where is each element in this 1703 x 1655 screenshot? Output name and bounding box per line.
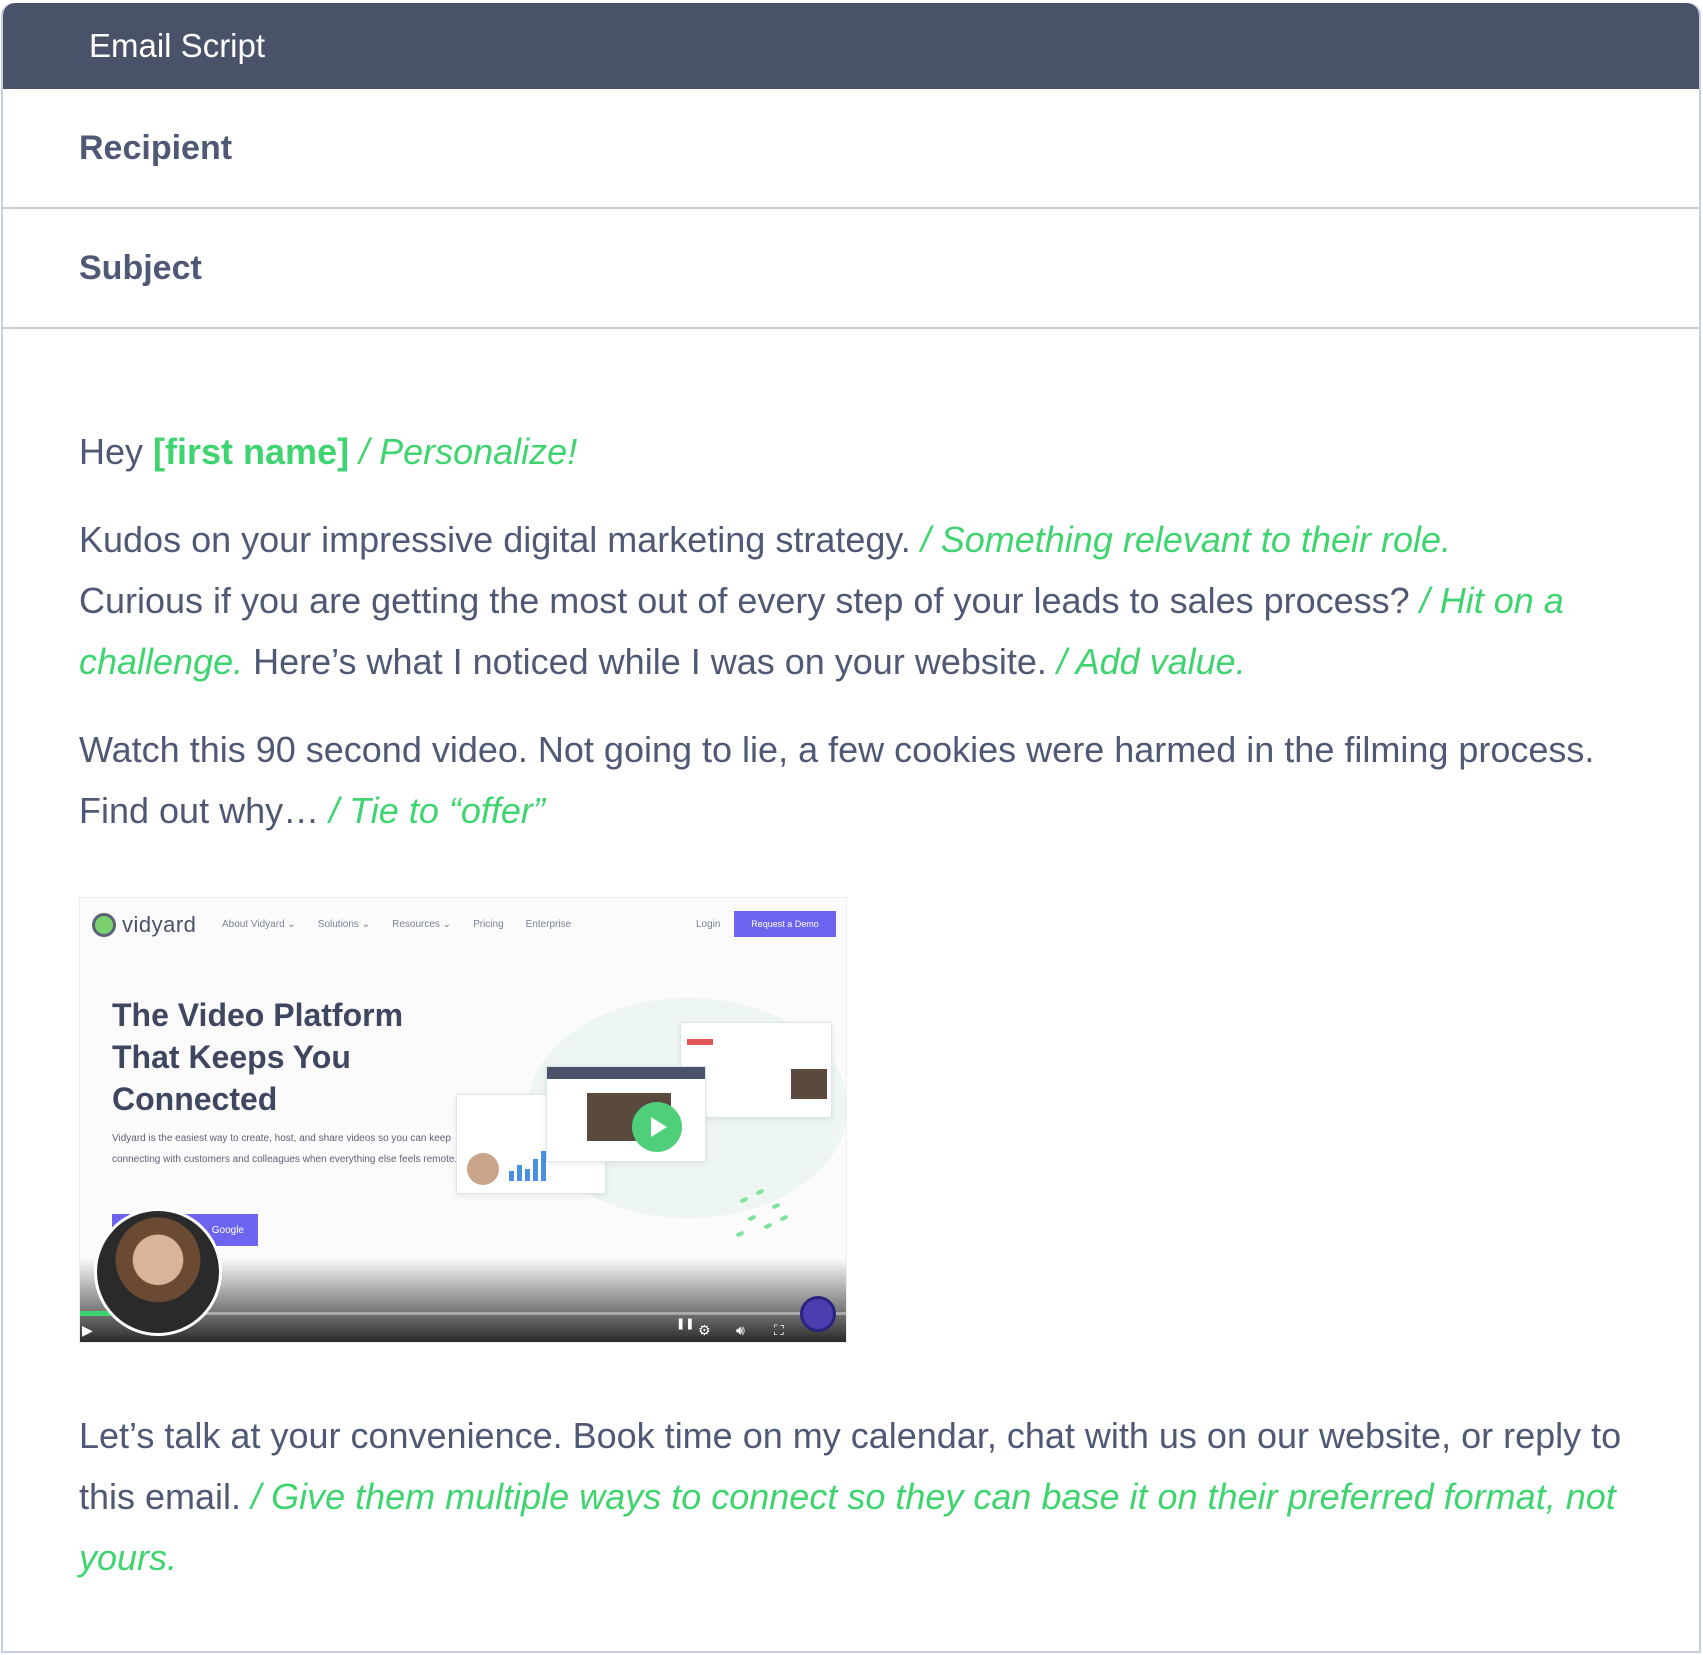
chart-bar xyxy=(509,1171,514,1181)
video-intro-text: Watch this 90 second video. Not going to… xyxy=(79,729,1595,831)
decor-dot xyxy=(779,1214,789,1222)
vidyard-logo-icon xyxy=(92,913,116,937)
site-subtext: Vidyard is the easiest way to create, ho… xyxy=(112,1133,458,1165)
subject-label: Subject xyxy=(79,248,202,287)
site-login-link: Login xyxy=(696,919,721,930)
chart-bar xyxy=(517,1165,522,1181)
greeting-text: Hey xyxy=(79,431,144,472)
nav-item-enterprise: Enterprise xyxy=(525,919,572,930)
intro-line-3: Here’s what I noticed while I was on you… xyxy=(253,641,1047,682)
site-demo-button: Request a Demo xyxy=(734,911,836,937)
video-intro-note: / Tie to “offer” xyxy=(329,790,545,831)
play-icon[interactable]: ▶ xyxy=(82,1322,93,1338)
video-site-menu: About Vidyard ⌄ Solutions ⌄ Resources ⌄ … xyxy=(222,919,571,930)
fullscreen-icon[interactable]: ⛶ xyxy=(774,1322,784,1338)
decor-dot xyxy=(747,1214,757,1222)
greeting-paragraph: Hey [first name] / Personalize! xyxy=(79,421,1623,482)
decor-dot xyxy=(735,1230,745,1238)
nav-item-about: About Vidyard ⌄ xyxy=(222,919,296,930)
illustration-window-player xyxy=(546,1066,706,1162)
illustration-play-icon xyxy=(632,1102,682,1152)
embedded-video[interactable]: vidyard About Vidyard ⌄ Solutions ⌄ Reso… xyxy=(79,897,847,1343)
vidyard-badge-icon xyxy=(800,1296,836,1332)
presenter-webcam-bubble xyxy=(94,1208,222,1336)
player-window-bar xyxy=(547,1067,705,1079)
intro-line-1: Kudos on your impressive digital marketi… xyxy=(79,519,911,560)
decor-dot xyxy=(763,1222,773,1230)
video-site-nav: vidyard About Vidyard ⌄ Solutions ⌄ Reso… xyxy=(80,898,846,954)
recipient-row[interactable]: Recipient xyxy=(3,89,1699,209)
chart-bar xyxy=(533,1159,538,1181)
card-header: Email Script xyxy=(3,3,1699,89)
chart-bar xyxy=(525,1169,530,1181)
site-headline: The Video Platform That Keeps You Connec… xyxy=(112,997,404,1117)
nav-item-pricing: Pricing xyxy=(473,919,504,930)
first-name-token: [first name] xyxy=(153,431,350,472)
card-title: Email Script xyxy=(89,27,266,64)
intro-note-3: / Add value. xyxy=(1056,641,1246,682)
vidyard-logo-text: vidyard xyxy=(122,912,197,937)
recipient-label: Recipient xyxy=(79,128,233,167)
closing-paragraph: Let’s talk at your convenience. Book tim… xyxy=(79,1405,1623,1588)
decor-dot xyxy=(771,1202,781,1210)
closing-note: / Give them multiple ways to connect so … xyxy=(79,1476,1616,1578)
pause-icon[interactable]: ❚❚ xyxy=(676,1316,694,1332)
email-script-card: Email Script Recipient Subject Hey [firs… xyxy=(1,3,1701,1653)
email-body[interactable]: Hey [first name] / Personalize! Kudos on… xyxy=(3,329,1699,1588)
video-intro-paragraph: Watch this 90 second video. Not going to… xyxy=(79,719,1623,841)
illustration-person-thumb xyxy=(791,1069,827,1099)
intro-note-1: / Something relevant to their role. xyxy=(920,519,1452,560)
subject-row[interactable]: Subject xyxy=(3,209,1699,329)
greeting-note: / Personalize! xyxy=(359,431,578,472)
nav-item-solutions: Solutions ⌄ xyxy=(317,919,371,930)
volume-icon[interactable]: 🔊︎ xyxy=(736,1322,745,1338)
illustration-red-tag xyxy=(687,1039,713,1045)
nav-item-resources: Resources ⌄ xyxy=(392,919,452,930)
intro-line-2: Curious if you are getting the most out … xyxy=(79,580,1410,621)
gear-icon[interactable]: ⚙ xyxy=(698,1322,711,1338)
vidyard-logo: vidyard xyxy=(92,912,196,938)
illustration-avatar xyxy=(467,1153,499,1185)
intro-paragraph: Kudos on your impressive digital marketi… xyxy=(79,509,1623,692)
